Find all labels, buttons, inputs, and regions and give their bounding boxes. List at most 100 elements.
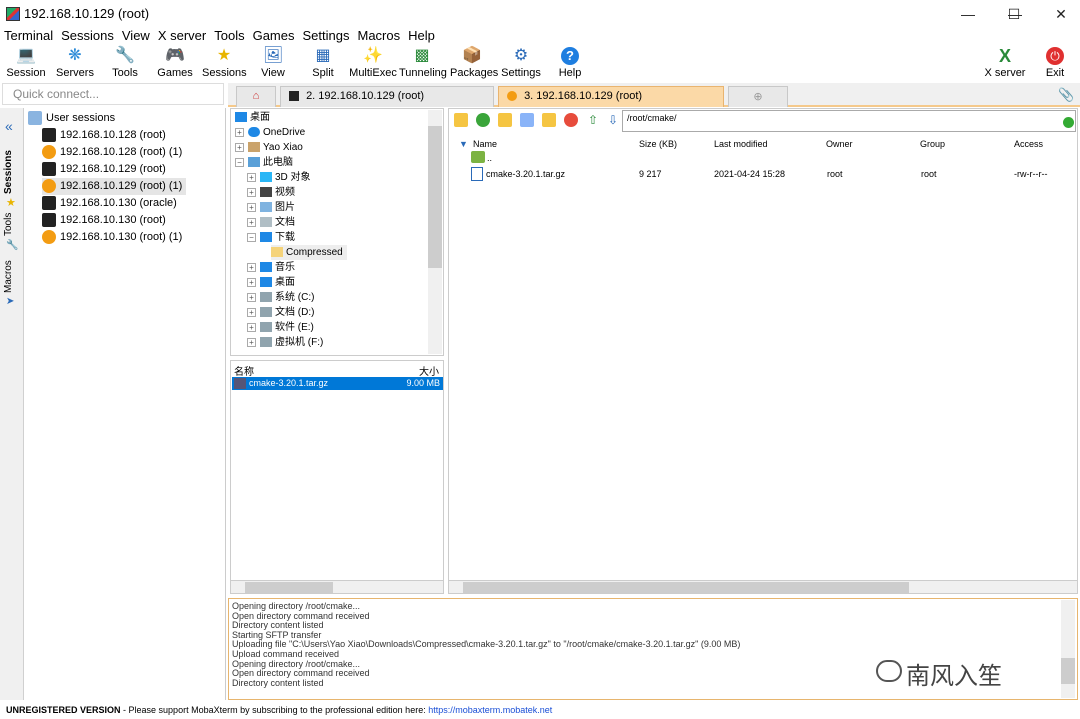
session-item-selected[interactable]: 192.168.10.129 (root) (1) bbox=[42, 178, 187, 195]
settings-button[interactable]: ⚙ Settings bbox=[501, 46, 541, 82]
session-button[interactable]: 💻 Session bbox=[6, 46, 46, 82]
column-owner[interactable]: Owner bbox=[826, 139, 853, 149]
new-file-icon[interactable] bbox=[520, 113, 534, 127]
column-name[interactable]: 名称 bbox=[234, 363, 254, 378]
servers-button[interactable]: ❋ Servers bbox=[54, 46, 96, 82]
column-size[interactable]: Size (KB) bbox=[639, 139, 677, 149]
local-horizontal-scrollbar[interactable] bbox=[230, 580, 444, 594]
drive-icon bbox=[260, 307, 272, 318]
split-button[interactable]: ▦ Split bbox=[308, 46, 338, 82]
session-item[interactable]: 192.168.10.128 (root) (1) bbox=[42, 144, 182, 161]
menu-settings[interactable]: Settings bbox=[299, 28, 354, 46]
expand-icon: + bbox=[235, 127, 244, 137]
folder-icon[interactable] bbox=[542, 113, 556, 127]
window-maximize-button[interactable]: ☐ bbox=[991, 0, 1037, 28]
side-tab-tools[interactable]: Tools bbox=[3, 210, 21, 238]
user-sessions-folder[interactable]: User sessions bbox=[28, 110, 115, 127]
column-name[interactable]: Name bbox=[473, 139, 497, 149]
tree-item[interactable]: − 此电脑 bbox=[235, 155, 293, 170]
home-icon: ⌂ bbox=[252, 90, 260, 102]
upload-icon[interactable]: ⇧ bbox=[586, 113, 600, 127]
exit-button[interactable]: ⏻ Exit bbox=[1040, 46, 1070, 82]
session-item[interactable]: 192.168.10.130 (oracle) bbox=[42, 195, 177, 212]
tree-item[interactable]: 桌面 bbox=[235, 110, 270, 125]
help-button[interactable]: ? Help bbox=[556, 46, 584, 82]
menu-view[interactable]: View bbox=[118, 28, 154, 46]
packages-button[interactable]: 📦 Packages bbox=[450, 46, 498, 82]
tree-item[interactable]: + 文档 bbox=[247, 215, 295, 230]
log-line: Uploading file "C:\Users\Yao Xiao\Downlo… bbox=[232, 639, 741, 649]
parent-folder-icon[interactable] bbox=[454, 113, 468, 127]
view-button[interactable]: 🖼 View bbox=[258, 46, 288, 82]
side-tab-macros[interactable]: Macros bbox=[3, 258, 21, 296]
xserver-button[interactable]: X X server bbox=[984, 46, 1026, 82]
tree-item[interactable]: + 软件 (E:) bbox=[247, 320, 314, 335]
download-icon[interactable]: ⇩ bbox=[606, 113, 620, 127]
tree-item[interactable]: + Yao Xiao bbox=[235, 140, 303, 155]
sessions-button[interactable]: ★ Sessions bbox=[202, 46, 247, 82]
tree-item[interactable]: − 下载 bbox=[247, 230, 295, 245]
tools-button[interactable]: 🔧 Tools bbox=[106, 46, 144, 82]
column-size[interactable]: 大小 bbox=[419, 363, 439, 378]
home-tab[interactable]: ⌂ bbox=[236, 86, 276, 107]
scrollbar-thumb[interactable] bbox=[245, 582, 333, 593]
session-item[interactable]: 192.168.10.130 (root) bbox=[42, 212, 166, 229]
session-item[interactable]: 192.168.10.128 (root) bbox=[42, 127, 166, 144]
menu-macros[interactable]: Macros bbox=[353, 28, 404, 46]
close-button[interactable]: ✕ bbox=[1038, 0, 1080, 28]
window-minimize-button[interactable]: — bbox=[945, 0, 991, 28]
tree-scrollbar-thumb[interactable] bbox=[428, 126, 442, 268]
menu-sessions[interactable]: Sessions bbox=[57, 28, 118, 46]
tree-item[interactable]: + 图片 bbox=[247, 200, 295, 215]
session-item[interactable]: 192.168.10.129 (root) bbox=[42, 161, 166, 178]
gamepad-icon: 🎮 bbox=[165, 47, 185, 64]
mobaxterm-link[interactable]: https://mobaxterm.mobatek.net bbox=[428, 705, 552, 715]
star-icon: ★ bbox=[6, 197, 16, 209]
plus-icon: ⊕ bbox=[753, 91, 763, 103]
tree-item-selected[interactable]: Compressed bbox=[271, 245, 347, 260]
new-folder-icon[interactable] bbox=[498, 113, 512, 127]
menu-tools[interactable]: Tools bbox=[210, 28, 248, 46]
refresh-icon[interactable] bbox=[476, 113, 490, 127]
games-button[interactable]: 🎮 Games bbox=[155, 46, 195, 82]
log-scrollbar-thumb[interactable] bbox=[1061, 658, 1075, 684]
tree-item[interactable]: + 虚拟机 (F:) bbox=[247, 335, 323, 350]
remote-path-input[interactable]: /root/cmake/ bbox=[622, 110, 1076, 132]
tab-session-2[interactable]: 2. 192.168.10.129 (root) bbox=[280, 86, 494, 107]
remote-file-row[interactable]: cmake-3.20.1.tar.gz 9 217 2021-04-24 15:… bbox=[449, 166, 1077, 182]
side-tab-sessions[interactable]: Sessions bbox=[3, 148, 21, 196]
tree-item[interactable]: + OneDrive bbox=[235, 125, 305, 140]
download-arrow-icon bbox=[260, 232, 272, 243]
parent-dir-row[interactable]: .. bbox=[449, 150, 1077, 166]
collapse-icon[interactable]: « bbox=[5, 118, 13, 134]
tunneling-button[interactable]: ▩ Tunneling bbox=[399, 46, 447, 82]
expand-icon: + bbox=[247, 277, 256, 287]
column-access[interactable]: Access bbox=[1014, 139, 1043, 149]
tree-item[interactable]: +3D 对象 bbox=[247, 170, 311, 185]
column-last-modified[interactable]: Last modified bbox=[714, 139, 768, 149]
column-group[interactable]: Group bbox=[920, 139, 945, 149]
scrollbar-thumb[interactable] bbox=[463, 582, 909, 593]
go-icon[interactable] bbox=[1063, 117, 1074, 128]
menu-games[interactable]: Games bbox=[249, 28, 299, 46]
new-tab-button[interactable]: ⊕ bbox=[728, 86, 788, 107]
session-item[interactable]: 192.168.10.130 (root) (1) bbox=[42, 229, 182, 246]
menu-terminal[interactable]: Terminal bbox=[0, 28, 57, 46]
send-icon: ➤ bbox=[6, 296, 15, 307]
tree-item[interactable]: + 桌面 bbox=[247, 275, 295, 290]
remote-horizontal-scrollbar[interactable] bbox=[448, 580, 1078, 594]
menu-xserver[interactable]: X server bbox=[154, 28, 210, 46]
quick-connect-input[interactable]: Quick connect... bbox=[2, 83, 224, 105]
tab-session-3[interactable]: 3. 192.168.10.129 (root) bbox=[498, 86, 724, 107]
menu-help[interactable]: Help bbox=[404, 28, 439, 46]
tree-item[interactable]: + 文档 (D:) bbox=[247, 305, 314, 320]
paperclip-icon[interactable]: 📎 bbox=[1058, 87, 1074, 103]
delete-icon[interactable] bbox=[564, 113, 578, 127]
app-icon bbox=[6, 7, 20, 21]
sort-down-icon: ▼ bbox=[459, 139, 468, 149]
multiexec-button[interactable]: ✨ MultiExec bbox=[349, 46, 397, 82]
tree-item[interactable]: + 音乐 bbox=[247, 260, 295, 275]
tree-item[interactable]: + 系统 (C:) bbox=[247, 290, 314, 305]
tree-item[interactable]: + 视频 bbox=[247, 185, 295, 200]
local-file-row-selected[interactable]: cmake-3.20.1.tar.gz 9.00 MB bbox=[232, 377, 443, 390]
